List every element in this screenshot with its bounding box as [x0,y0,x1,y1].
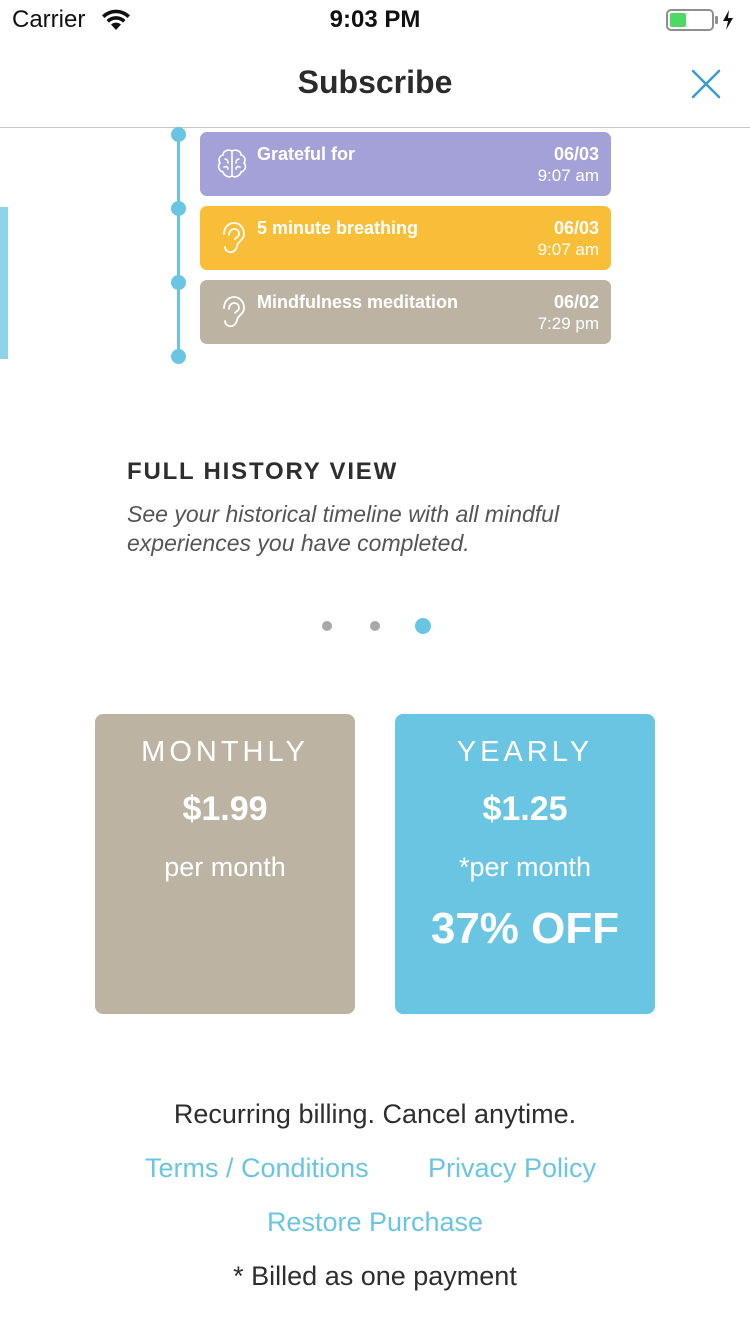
carousel-edge-strip [0,207,8,359]
ear-icon [223,296,245,328]
feature-description: See your historical timeline with all mi… [127,501,560,556]
timeline-card-date: 06/03 [553,144,599,164]
terms-link[interactable]: Terms / Conditions [145,1153,369,1184]
plan-period: *per month [458,852,592,882]
timeline-card-date: 06/03 [553,218,599,238]
page-dot[interactable] [370,621,380,631]
billing-footnote: * Billed as one payment [233,1261,517,1291]
plan-period: per month [164,852,286,882]
timeline-card-time: 9:07 am [537,240,599,259]
brain-icon [217,149,247,178]
plan-price: $1.25 [482,790,568,828]
plan-price: $1.99 [182,790,268,828]
page-dot-active[interactable] [415,618,431,634]
timeline-line [177,134,180,356]
close-button[interactable] [690,68,722,100]
ear-icon [223,222,245,254]
page-dot[interactable] [322,621,332,631]
timeline-card-date: 06/02 [553,292,599,312]
restore-purchase-link[interactable]: Restore Purchase [0,1207,750,1238]
close-icon [691,69,721,99]
billing-note: Recurring billing. Cancel anytime. [173,1099,577,1129]
timeline-card-time: 7:29 pm [537,314,599,333]
privacy-link[interactable]: Privacy Policy [428,1153,596,1184]
timeline-card-meditation: Mindfulness meditation 06/02 7:29 pm [200,280,611,344]
nav-bar: Subscribe [0,40,750,128]
plan-name: YEARLY [456,736,594,768]
timeline-card-grateful: Grateful for 06/03 9:07 am [200,132,611,196]
status-time: 9:03 PM [329,6,421,33]
discount-badge: 37% OFF [430,904,620,953]
timeline-card-breathing: 5 minute breathing 06/03 9:07 am [200,206,611,270]
timeline-card-title: Mindfulness meditation [257,292,459,312]
plan-name: MONTHLY [141,736,309,768]
feature-heading: FULL HISTORY VIEW [127,458,399,485]
timeline-card-title: Grateful for [257,144,356,164]
yearly-plan-button[interactable]: YEARLY $1.25 *per month 37% OFF [395,714,655,1014]
monthly-plan-button[interactable]: MONTHLY $1.99 per month [95,714,355,1014]
status-bar: Carrier 9:03 PM [0,0,750,40]
timeline-dot [171,127,186,142]
charging-bolt-icon [723,10,733,30]
timeline-dot [171,275,186,290]
timeline-card-title: 5 minute breathing [257,218,419,238]
timeline-dot [171,349,186,364]
page-title: Subscribe [297,64,453,100]
timeline-dot [171,201,186,216]
battery-icon [666,9,733,31]
timeline-card-time: 9:07 am [537,166,599,185]
